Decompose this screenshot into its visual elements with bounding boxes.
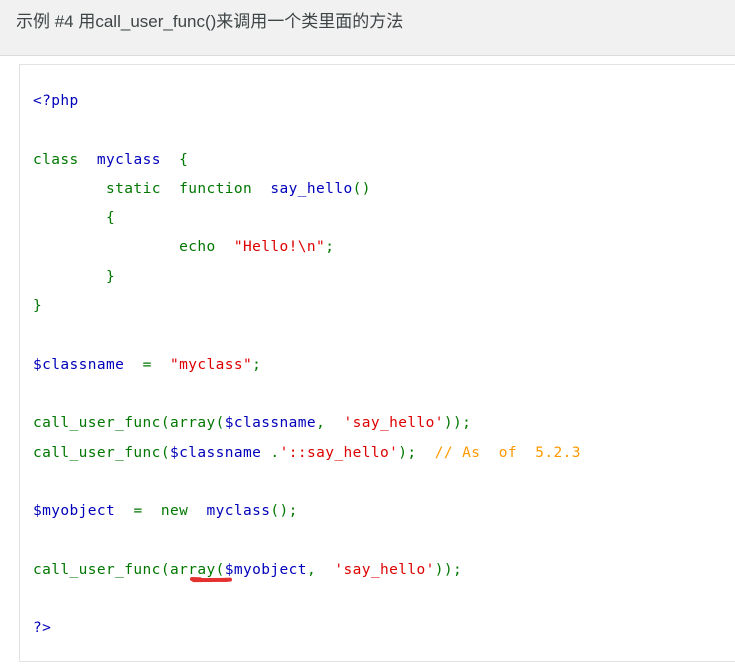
code-line: ?> bbox=[33, 614, 735, 643]
brace-close: } bbox=[106, 268, 116, 285]
identifier-say-hello: say_hello bbox=[270, 180, 353, 197]
code-line: echo "Hello!\n"; bbox=[33, 233, 735, 262]
comment-version-note: // As of 5.2.3 bbox=[434, 444, 581, 461]
function-array: array bbox=[169, 561, 216, 578]
code-line: call_user_func($classname .'::say_hello'… bbox=[33, 439, 735, 468]
keyword-echo: echo bbox=[179, 239, 216, 256]
variable-classname: $classname bbox=[169, 444, 262, 461]
variable-myobject: $myobject bbox=[224, 561, 307, 578]
example-header-bar: 示例 #4 用call_user_func()来调用一个类里面的方法 bbox=[0, 0, 735, 56]
php-code-block[interactable]: <?php class myclass { static function sa… bbox=[19, 64, 735, 662]
code-line: } bbox=[33, 263, 735, 292]
paren-open: ( bbox=[215, 561, 225, 578]
function-call-user-func: call_user_func bbox=[33, 561, 161, 578]
code-listing[interactable]: <?php class myclass { static function sa… bbox=[20, 65, 735, 644]
comma: , bbox=[306, 561, 317, 578]
function-call-user-func: call_user_func bbox=[33, 444, 161, 461]
code-line: $classname = "myclass"; bbox=[33, 351, 735, 380]
paren-open: ( bbox=[160, 415, 170, 432]
string-myclass: "myclass" bbox=[169, 356, 253, 373]
string-say-hello: 'say_hello' bbox=[343, 415, 444, 432]
string-scope-say-hello: '::say_hello' bbox=[279, 444, 399, 461]
string-hello: "Hello!\n" bbox=[233, 239, 326, 256]
red-underline-annotation bbox=[191, 577, 230, 582]
code-line: $myobject = new myclass(); bbox=[33, 497, 735, 526]
code-line-annotated: call_user_func(array($myobject, 'say_hel… bbox=[33, 556, 735, 585]
variable-classname: $classname bbox=[224, 415, 317, 432]
code-line: } bbox=[33, 292, 735, 321]
code-line: { bbox=[33, 204, 735, 233]
brace-open: { bbox=[106, 210, 116, 227]
semicolon: ; bbox=[325, 239, 335, 256]
keyword-class: class bbox=[33, 151, 79, 168]
brace-close: } bbox=[33, 298, 43, 315]
operator-concat: . bbox=[270, 444, 280, 461]
variable-classname: $classname bbox=[33, 356, 125, 373]
php-open-tag: <?php bbox=[33, 93, 79, 109]
semicolon: ; bbox=[252, 356, 262, 373]
identifier-myclass: myclass bbox=[206, 503, 271, 520]
comma: , bbox=[316, 415, 326, 432]
code-line: call_user_func(array($classname, 'say_he… bbox=[33, 409, 735, 438]
paren-close-pair: )); bbox=[434, 561, 463, 578]
paren-open: ( bbox=[160, 561, 170, 578]
brace-open: { bbox=[179, 151, 189, 168]
keyword-new: new bbox=[160, 503, 189, 520]
paren-pair: (); bbox=[270, 503, 298, 520]
identifier-myclass: myclass bbox=[96, 151, 161, 168]
code-line: <?php bbox=[33, 87, 735, 116]
php-close-tag: ?> bbox=[33, 620, 52, 637]
page-title: 示例 #4 用call_user_func()来调用一个类里面的方法 bbox=[16, 12, 404, 31]
keyword-function: function bbox=[179, 180, 253, 197]
operator-assign: = bbox=[133, 503, 143, 520]
paren-close-pair: )); bbox=[443, 415, 472, 432]
function-call-user-func: call_user_func bbox=[33, 415, 161, 432]
paren-open: ( bbox=[215, 415, 225, 432]
operator-assign: = bbox=[142, 356, 152, 373]
code-line: class myclass { bbox=[33, 146, 735, 175]
code-line: static function say_hello() bbox=[33, 175, 735, 204]
paren-pair: () bbox=[352, 180, 371, 197]
paren-close: ); bbox=[398, 444, 417, 461]
keyword-static: static bbox=[106, 180, 161, 197]
string-say-hello: 'say_hello' bbox=[334, 561, 435, 578]
paren-open: ( bbox=[160, 444, 170, 461]
function-array: array bbox=[169, 415, 216, 432]
variable-myobject: $myobject bbox=[33, 503, 116, 520]
